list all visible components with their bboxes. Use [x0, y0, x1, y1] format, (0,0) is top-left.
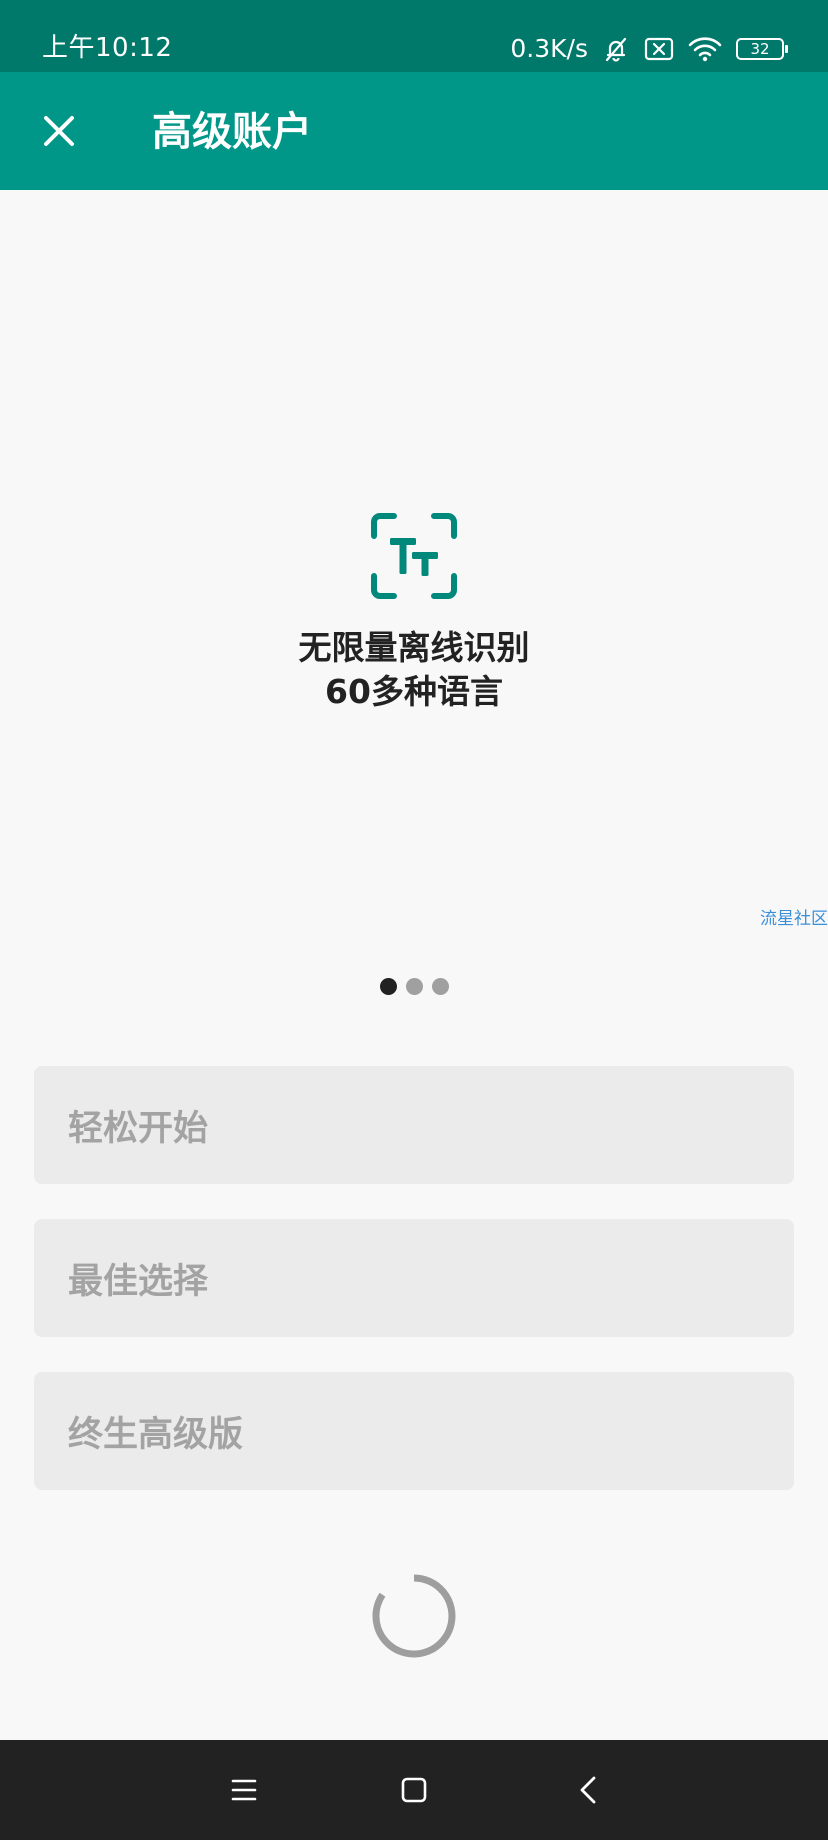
plan-option-lifetime[interactable]: 终生高级版 [34, 1372, 794, 1490]
feature-line-2: 60多种语言 [325, 672, 503, 711]
feature-line-1: 无限量离线识别 [298, 628, 530, 667]
menu-icon [231, 1779, 257, 1801]
wifi-icon [688, 37, 722, 62]
watermark-text: 流星社区 [760, 909, 828, 929]
page-indicator-dot[interactable] [405, 978, 423, 995]
app-bar: 高级账户 [0, 72, 828, 190]
page-indicator-dot[interactable] [431, 978, 449, 995]
plan-option-best-choice[interactable]: 最佳选择 [34, 1219, 794, 1337]
status-time: 上午10:12 [42, 33, 173, 63]
plan-option-easy-start[interactable]: 轻松开始 [34, 1066, 794, 1184]
home-icon [401, 1777, 427, 1803]
bell-off-icon [605, 37, 627, 62]
page-indicator-dot-active[interactable] [379, 978, 397, 995]
page-title: 高级账户 [152, 109, 312, 155]
recent-apps-button[interactable] [220, 1766, 268, 1814]
system-navigation-bar [0, 1740, 828, 1840]
plan-option-label: 终生高级版 [68, 1414, 244, 1455]
home-button[interactable] [390, 1766, 438, 1814]
close-button[interactable] [30, 102, 88, 160]
back-icon [580, 1776, 596, 1804]
battery-icon: 32 [736, 38, 788, 60]
status-icons: 0.3K/s 32 [510, 30, 788, 68]
feature-description: 无限量离线识别 60多种语言 [0, 626, 828, 714]
status-bar: 上午10:12 0.3K/s 32 [0, 0, 828, 72]
plan-option-label: 最佳选择 [68, 1261, 209, 1302]
notification-close-icon [644, 37, 674, 61]
page-indicator [0, 978, 828, 995]
network-speed: 0.3K/s [510, 34, 588, 63]
battery-level: 32 [750, 40, 770, 58]
plan-option-label: 轻松开始 [68, 1108, 209, 1149]
close-icon [44, 116, 74, 146]
loading-spinner-icon [372, 1574, 456, 1658]
back-button[interactable] [564, 1766, 612, 1814]
text-scan-icon [371, 513, 457, 599]
